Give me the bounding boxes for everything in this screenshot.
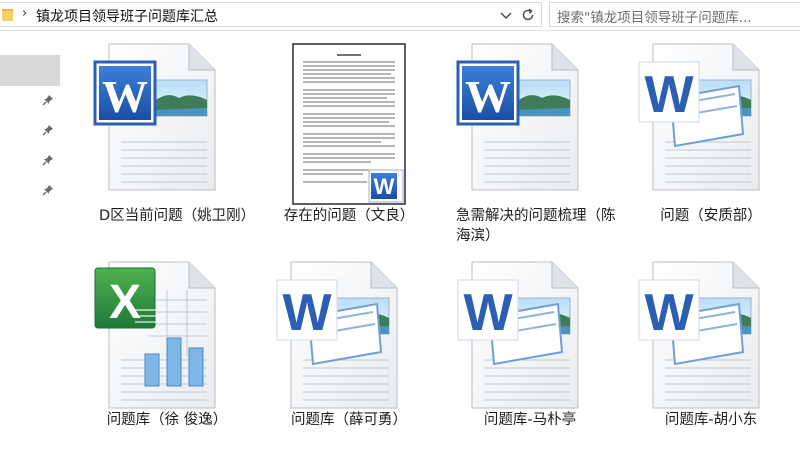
file-name-label[interactable]: 急需解决的问题梳理（陈海滨） [456, 206, 616, 246]
word-docx-icon: W [638, 43, 760, 191]
file-name-label[interactable]: 问题库（徐 俊逸） [77, 410, 257, 430]
file-name-label[interactable]: 问题库（薛可勇） [259, 410, 439, 430]
word-docx-icon: W [276, 261, 398, 409]
folder-icon [2, 9, 13, 21]
breadcrumb-separator[interactable]: › [22, 6, 27, 21]
pin-icon[interactable] [42, 184, 54, 196]
word-thumbnail-icon: W [292, 43, 406, 205]
file-name-label[interactable]: 存在的问题（文良） [259, 206, 439, 226]
navigation-pane [0, 31, 60, 464]
file-item[interactable]: W 急需解决的问题梳理（陈海滨） [440, 42, 620, 252]
svg-text:X: X [109, 276, 141, 329]
file-item[interactable]: W 问题库-马朴亭 [440, 260, 620, 440]
refresh-icon[interactable] [520, 7, 536, 23]
pin-icon[interactable] [42, 94, 54, 106]
svg-text:W: W [374, 174, 395, 199]
excel-xlsx-icon: X [94, 261, 216, 409]
svg-text:W: W [644, 284, 694, 342]
file-item[interactable]: W 问题库-胡小东 [621, 260, 800, 440]
svg-text:W: W [465, 71, 511, 122]
svg-text:W: W [644, 66, 694, 124]
file-name-label[interactable]: 问题库-胡小东 [621, 410, 800, 430]
search-input[interactable]: 搜索"镇龙项目领导班子问题库... [549, 2, 800, 27]
file-name-label[interactable]: D区当前问题（姚卫刚） [99, 206, 255, 226]
word-doc-icon: W [93, 43, 216, 191]
breadcrumb-current-folder[interactable]: 镇龙项目领导班子问题库汇总 [36, 6, 218, 26]
file-item[interactable]: W 问题（安质部） [621, 42, 800, 252]
pin-icon[interactable] [42, 124, 54, 136]
file-name-label[interactable]: 问题库-马朴亭 [440, 410, 620, 430]
word-doc-icon: W [456, 43, 579, 191]
search-placeholder: 搜索"镇龙项目领导班子问题库... [557, 10, 752, 26]
file-name-label[interactable]: 问题（安质部） [621, 206, 800, 226]
address-toolbar: › 镇龙项目领导班子问题库汇总 搜索"镇龙项目领导班子问题库... [0, 0, 800, 31]
file-item[interactable]: W D区当前问题（姚卫刚） [77, 42, 257, 252]
file-item[interactable]: X 问题库（徐 俊逸） [77, 260, 257, 440]
file-item[interactable]: W 问题库（薛可勇） [259, 260, 439, 440]
address-bar[interactable]: › 镇龙项目领导班子问题库汇总 [0, 2, 542, 27]
svg-text:W: W [102, 71, 148, 122]
svg-text:W: W [282, 284, 332, 342]
nav-item-selected[interactable] [0, 55, 60, 86]
word-docx-icon: W [457, 261, 579, 409]
chevron-down-icon[interactable] [498, 7, 514, 23]
word-docx-icon: W [638, 261, 760, 409]
pin-icon[interactable] [42, 154, 54, 166]
file-item[interactable]: W 存在的问题（文良） [259, 42, 439, 252]
svg-text:W: W [463, 284, 513, 342]
